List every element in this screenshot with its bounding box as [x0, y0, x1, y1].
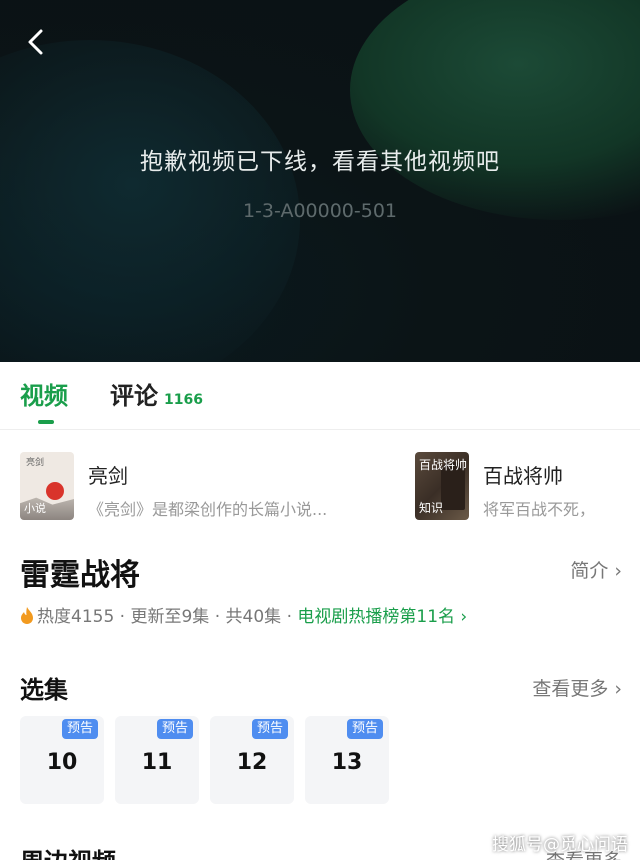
- more-label: 查看更多: [532, 678, 609, 700]
- background-gradient: [350, 0, 640, 220]
- related-desc: 《亮剑》是都梁创作的长篇小说...: [88, 500, 328, 519]
- tab-video[interactable]: 视频: [20, 376, 68, 424]
- rank-label: 电视剧热播榜第11名: [297, 607, 456, 627]
- episode-number: 12: [236, 750, 268, 775]
- thumbnail-tag: 知识: [419, 501, 444, 515]
- nearby-title: 周边视频: [20, 842, 116, 860]
- watermark: 搜狐号@觅心问语: [492, 835, 628, 855]
- preview-badge: 预告: [346, 719, 383, 739]
- chevron-right-icon: ›: [614, 678, 622, 700]
- tab-comments[interactable]: 评论 1166: [110, 376, 203, 411]
- thumbnail-tag: 小说: [24, 502, 46, 515]
- thumbnail-text: 亮剑: [26, 458, 45, 468]
- back-button[interactable]: [18, 24, 54, 60]
- comment-count: 1166: [164, 392, 203, 408]
- tab-bar: 视频 评论 1166: [0, 362, 640, 430]
- offline-message: 抱歉视频已下线，看看其他视频吧: [140, 149, 500, 175]
- separator-dot: ·: [214, 607, 226, 627]
- episode-item[interactable]: 预告 10: [20, 716, 104, 804]
- related-desc: 将军百战不死，: [483, 500, 596, 519]
- chevron-right-icon: ›: [455, 607, 468, 627]
- flame-icon: [21, 607, 33, 624]
- episodes-more-button[interactable]: 查看更多 ›: [532, 674, 622, 701]
- thumbnail-text: 百战将帅: [419, 458, 468, 472]
- related-strip: 亮剑 小说 亮剑 《亮剑》是都梁创作的长篇小说... 百战将帅 知识 百战将帅 …: [0, 446, 640, 526]
- show-stats: 热度4155 · 更新至9集 · 共40集 · 电视剧热播榜第11名 ›: [20, 602, 467, 627]
- related-card[interactable]: 百战将帅 知识 百战将帅 将军百战不死，: [415, 452, 640, 522]
- update-status: 更新至9集: [130, 607, 210, 627]
- episode-item[interactable]: 预告 12: [210, 716, 294, 804]
- related-title: 亮剑: [88, 464, 128, 488]
- intro-label: 简介: [570, 560, 609, 582]
- preview-badge: 预告: [251, 719, 288, 739]
- episode-total: 共40集: [225, 607, 282, 627]
- related-title: 百战将帅: [483, 464, 563, 488]
- preview-badge: 预告: [156, 719, 193, 739]
- episode-number: 11: [141, 750, 173, 775]
- episode-number: 10: [46, 750, 78, 775]
- related-thumbnail: 亮剑 小说: [20, 452, 74, 520]
- sun-shape: [46, 482, 64, 500]
- separator-dot: ·: [119, 607, 131, 627]
- video-player[interactable]: 抱歉视频已下线，看看其他视频吧 1-3-A00000-501: [0, 0, 640, 362]
- intro-button[interactable]: 简介 ›: [570, 556, 622, 583]
- separator-dot: ·: [286, 607, 298, 627]
- heat-value: 热度4155: [37, 607, 115, 627]
- related-card[interactable]: 亮剑 小说 亮剑 《亮剑》是都梁创作的长篇小说...: [20, 452, 390, 522]
- tab-video-label: 视频: [20, 382, 68, 410]
- active-tab-indicator: [38, 420, 54, 424]
- episode-number: 13: [331, 750, 363, 775]
- episodes-title: 选集: [20, 676, 68, 704]
- tab-comments-label: 评论: [110, 382, 158, 410]
- show-title: 雷霆战将: [20, 558, 140, 593]
- related-thumbnail: 百战将帅 知识: [415, 452, 469, 520]
- chevron-left-icon: [28, 29, 43, 55]
- episode-item[interactable]: 预告 13: [305, 716, 389, 804]
- chevron-right-icon: ›: [614, 560, 622, 582]
- episode-item[interactable]: 预告 11: [115, 716, 199, 804]
- rank-link[interactable]: 电视剧热播榜第11名 ›: [297, 607, 467, 627]
- preview-badge: 预告: [61, 719, 98, 739]
- error-code: 1-3-A00000-501: [242, 200, 398, 222]
